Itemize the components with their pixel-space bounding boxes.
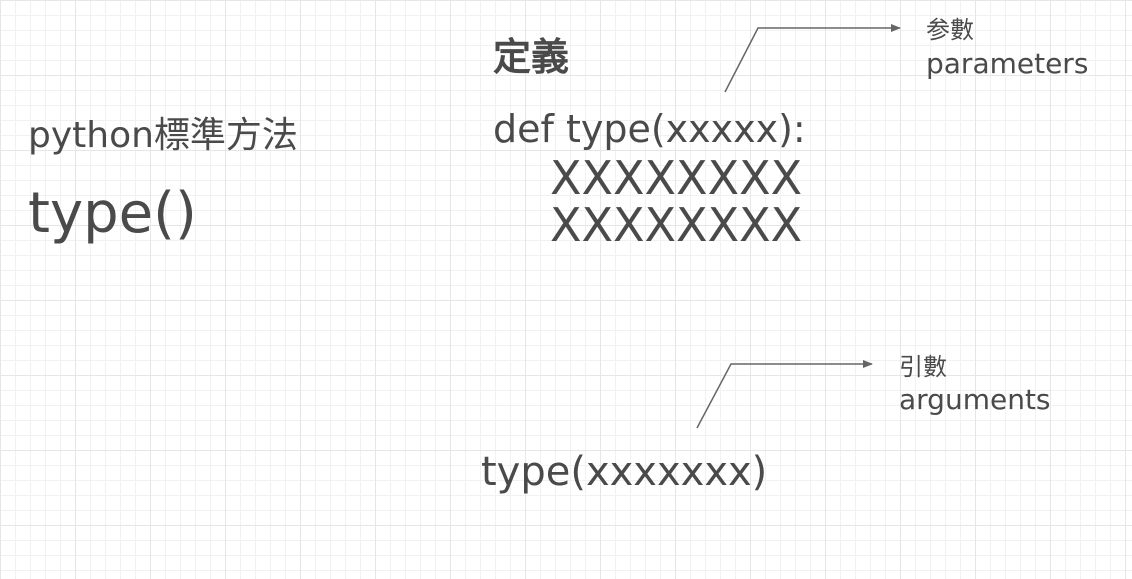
definition-signature: def type(xxxxx): <box>493 107 806 151</box>
parameters-arrow <box>724 24 901 93</box>
arguments-label-en: arguments <box>899 383 1051 416</box>
arguments-label-cjk: 引數 <box>899 353 947 381</box>
definition-body-line-2: XXXXXXXX <box>550 198 803 252</box>
function-call: type(xxxxxxx) <box>481 449 768 495</box>
left-subtitle: python標準方法 <box>28 115 298 156</box>
arguments-arrow <box>696 360 873 429</box>
definition-heading: 定義 <box>493 35 570 79</box>
definition-body-line-1: XXXXXXXX <box>550 151 803 205</box>
left-title: type() <box>28 181 197 246</box>
parameters-label-en: parameters <box>926 47 1089 80</box>
parameters-label-cjk: 参數 <box>926 16 974 44</box>
